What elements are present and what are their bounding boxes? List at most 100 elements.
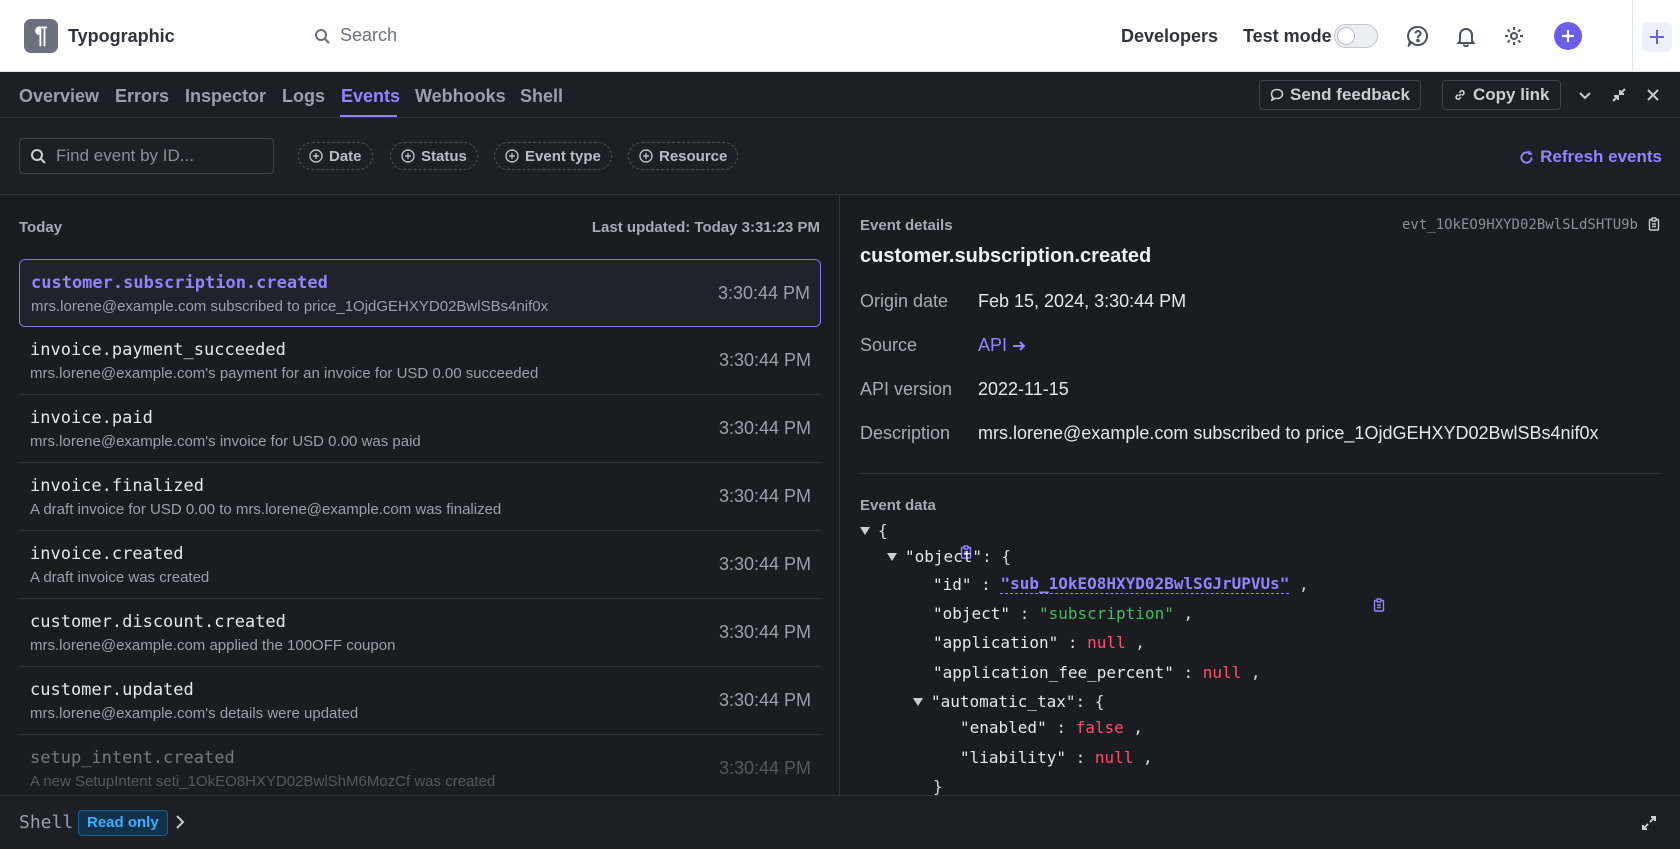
test-mode-toggle[interactable]: [1334, 24, 1378, 48]
add-circle-icon: [401, 149, 415, 163]
expand-caret-icon[interactable]: [860, 526, 870, 535]
filter-chip-status[interactable]: Status: [390, 142, 478, 170]
json-application-fee-line: "application_fee_percent" : null ,: [933, 663, 1261, 682]
event-name: customer.subscription.created: [31, 273, 328, 293]
source-link[interactable]: API: [978, 335, 1027, 356]
json-null-value: null: [1094, 748, 1134, 767]
find-event-field[interactable]: [19, 138, 274, 174]
close-icon[interactable]: [1644, 86, 1662, 104]
add-panel-button[interactable]: [1642, 22, 1672, 52]
chevron-right-icon[interactable]: [172, 813, 188, 831]
event-row[interactable]: invoice.finalized A draft invoice for US…: [19, 463, 821, 531]
event-row[interactable]: customer.updated mrs.lorene@example.com'…: [19, 667, 821, 735]
event-description: A new SetupIntent seti_1OkEO8HXYD02BwlSh…: [30, 773, 496, 790]
event-row[interactable]: invoice.payment_succeeded mrs.lorene@exa…: [19, 327, 821, 395]
event-description: mrs.lorene@example.com's details were up…: [30, 705, 359, 722]
developers-link[interactable]: Developers: [1121, 26, 1218, 47]
expand-caret-icon[interactable]: [913, 697, 923, 706]
json-object-line: "object": {: [887, 547, 1011, 566]
api-version-value: 2022-11-15: [978, 379, 1069, 399]
json-key: "liability": [960, 748, 1066, 767]
clipboard-icon[interactable]: [1315, 578, 1385, 612]
search-placeholder: Search: [340, 25, 398, 45]
json-key: "automatic_tax": [931, 692, 1076, 711]
clipboard-icon[interactable]: [902, 525, 972, 559]
active-tab-indicator: [340, 115, 397, 117]
search-icon: [315, 28, 330, 44]
tab-inspector[interactable]: Inspector: [185, 86, 266, 107]
expand-icon[interactable]: [1640, 814, 1658, 832]
event-time: 3:30:44 PM: [718, 350, 811, 370]
expand-caret-icon[interactable]: [887, 552, 897, 561]
json-brace: }: [933, 777, 943, 795]
account-name[interactable]: Typographic: [68, 26, 175, 47]
json-key: "id": [933, 574, 972, 594]
filter-chip-resource[interactable]: Resource: [628, 142, 739, 170]
clipboard-icon[interactable]: [1647, 217, 1661, 231]
json-key: "application_fee_percent": [933, 663, 1174, 682]
subscription-id-link[interactable]: "sub_1OkEO8HXYD02BwlSGJrUPVUs": [1000, 574, 1290, 594]
last-updated-text: Last updated: Today 3:31:23 PM: [591, 219, 820, 236]
send-feedback-label: Send feedback: [1290, 85, 1410, 104]
tab-webhooks[interactable]: Webhooks: [415, 86, 506, 107]
refresh-icon: [1520, 150, 1533, 164]
send-feedback-button[interactable]: Send feedback: [1259, 80, 1421, 110]
copy-link-button[interactable]: Copy link: [1442, 80, 1561, 110]
refresh-events-label: Refresh events: [1540, 147, 1662, 166]
event-list-panel: Today Last updated: Today 3:31:23 PM cus…: [0, 195, 840, 795]
event-id: evt_1OkEO9HXYD02BwlSLdSHTU9b: [1401, 217, 1638, 233]
api-version-label: API version: [860, 379, 953, 399]
event-row[interactable]: setup_intent.created A new SetupIntent s…: [19, 735, 821, 795]
json-key: "application": [933, 633, 1059, 652]
filter-chip-date[interactable]: Date: [298, 142, 373, 170]
tab-events[interactable]: Events: [341, 86, 400, 107]
json-liability-line: "liability" : null ,: [960, 748, 1153, 767]
toggle-knob: [1337, 27, 1355, 45]
list-section-heading: Today: [19, 219, 63, 236]
json-null-value: null: [1087, 633, 1126, 652]
tab-errors[interactable]: Errors: [115, 86, 169, 107]
event-name: invoice.created: [30, 544, 184, 564]
bell-icon[interactable]: [1452, 22, 1480, 50]
json-punct: :: [1010, 604, 1039, 623]
chevron-down-icon[interactable]: [1576, 86, 1594, 104]
description-value: mrs.lorene@example.com subscribed to pri…: [978, 423, 1599, 443]
link-icon: [1455, 90, 1465, 100]
refresh-events-button[interactable]: Refresh events: [1519, 147, 1662, 167]
event-title: customer.subscription.created: [860, 245, 1152, 267]
json-punct: :: [1046, 718, 1076, 737]
json-brace: {: [1094, 692, 1105, 711]
create-plus-button[interactable]: [1554, 22, 1582, 50]
event-row[interactable]: customer.discount.created mrs.lorene@exa…: [19, 599, 821, 667]
global-search[interactable]: Search: [314, 25, 397, 46]
collapse-icon[interactable]: [1610, 86, 1628, 104]
event-row[interactable]: invoice.created A draft invoice was crea…: [19, 531, 821, 599]
event-row[interactable]: invoice.paid mrs.lorene@example.com's in…: [19, 395, 821, 463]
json-key: "object": [933, 604, 1011, 623]
app-logo-icon[interactable]: ¶: [24, 19, 58, 53]
json-punct: ,: [1241, 663, 1261, 682]
help-icon[interactable]: [1404, 22, 1432, 50]
source-value: API: [978, 335, 1008, 355]
json-automatic-tax-line: "automatic_tax": {: [913, 692, 1104, 711]
shell-bar[interactable]: Shell Read only: [0, 795, 1680, 849]
event-details-heading: Event details: [860, 217, 953, 234]
event-name: customer.updated: [30, 680, 194, 700]
event-time: 3:30:44 PM: [718, 418, 811, 438]
tab-shell[interactable]: Shell: [520, 86, 563, 107]
event-name: invoice.finalized: [30, 476, 204, 496]
json-root-line: {: [860, 521, 972, 559]
event-time: 3:30:44 PM: [718, 690, 811, 710]
event-row-selected[interactable]: customer.subscription.created mrs.lorene…: [19, 259, 821, 327]
event-name: invoice.paid: [30, 408, 153, 428]
gear-icon[interactable]: [1500, 22, 1528, 50]
copy-link-label: Copy link: [1473, 85, 1550, 104]
find-event-input[interactable]: [56, 146, 256, 166]
search-icon: [31, 149, 46, 164]
tab-logs[interactable]: Logs: [282, 86, 325, 107]
tab-overview[interactable]: Overview: [19, 86, 99, 107]
json-punct: ,: [1123, 718, 1144, 737]
event-description: A draft invoice was created: [30, 569, 210, 586]
filter-chip-event-type[interactable]: Event type: [494, 142, 612, 170]
json-punct: ,: [1133, 748, 1153, 767]
